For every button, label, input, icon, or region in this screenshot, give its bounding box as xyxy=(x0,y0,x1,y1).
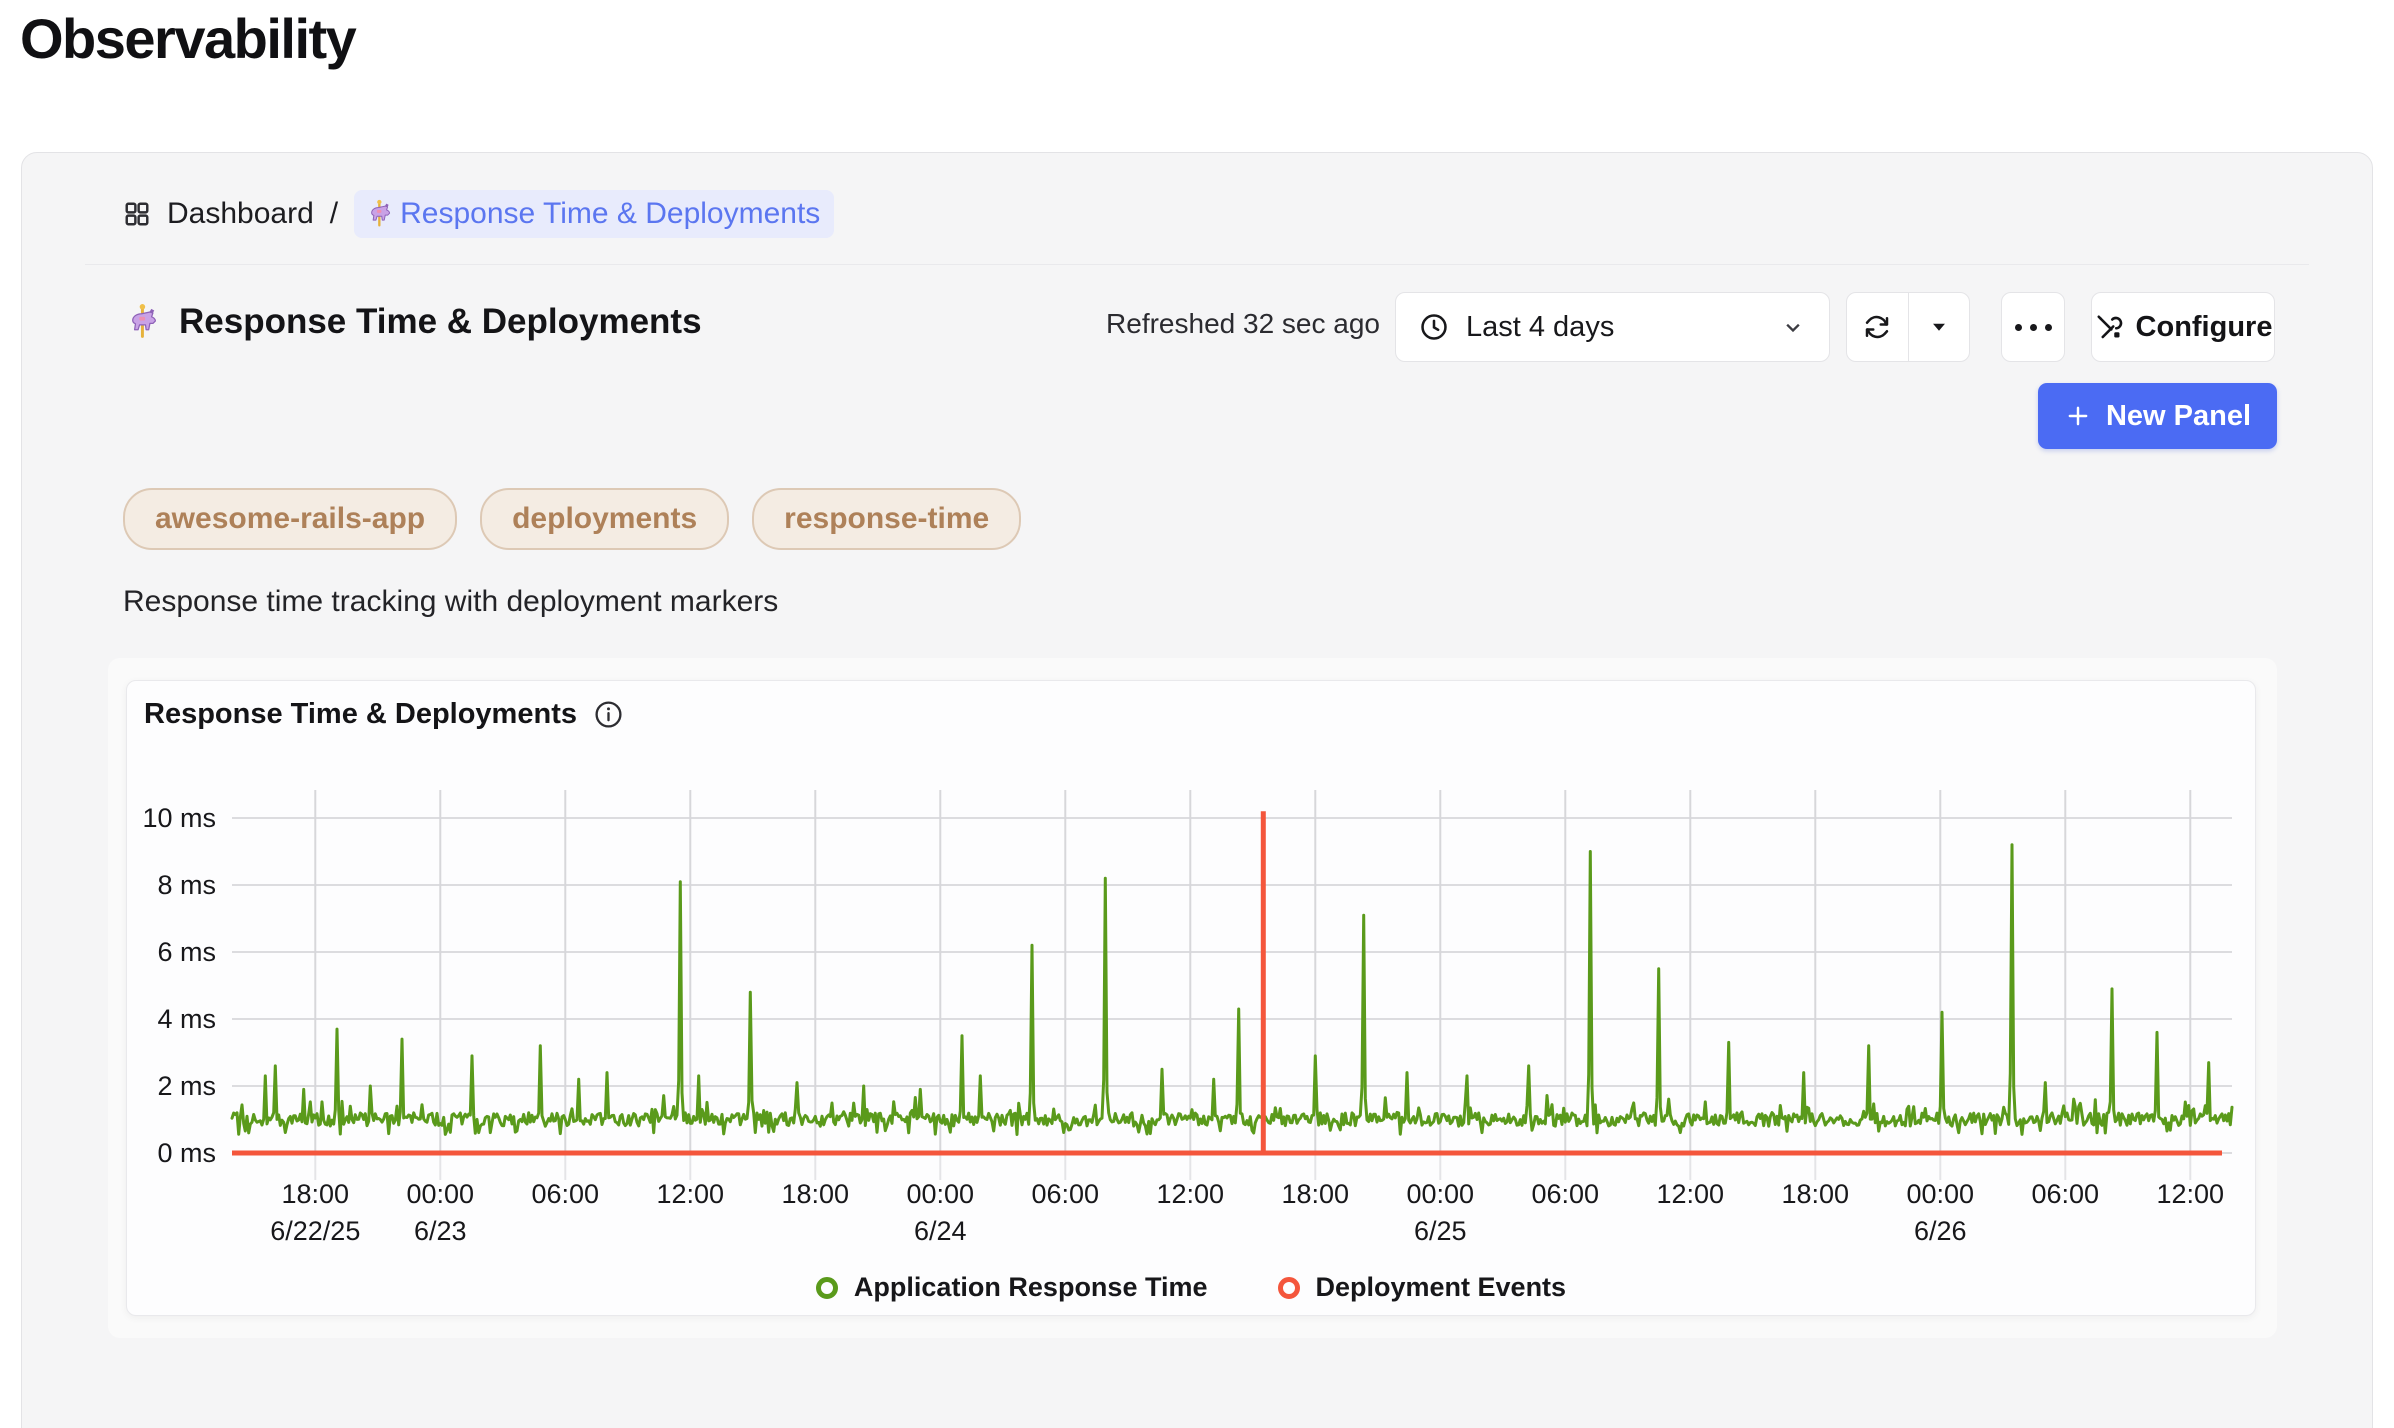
svg-text:0 ms: 0 ms xyxy=(157,1138,216,1168)
chart-heading: Response Time & Deployments xyxy=(144,698,624,731)
clock-icon xyxy=(1418,311,1450,343)
svg-text:6/22/25: 6/22/25 xyxy=(270,1216,360,1246)
svg-text:6/26: 6/26 xyxy=(1914,1216,1967,1246)
breadcrumb-dashboard-link[interactable]: Dashboard xyxy=(167,197,314,231)
dashboard-grid-icon xyxy=(123,200,151,228)
svg-text:12:00: 12:00 xyxy=(2157,1179,2225,1209)
more-actions-button[interactable] xyxy=(2001,292,2065,362)
configure-button[interactable]: Configure xyxy=(2091,292,2275,362)
legend-label: Deployment Events xyxy=(1316,1272,1567,1303)
tag-awesome-rails-app[interactable]: awesome-rails-app xyxy=(123,488,457,550)
chart-legend: Application Response Time Deployment Even… xyxy=(126,1272,2256,1303)
legend-label: Application Response Time xyxy=(854,1272,1208,1303)
legend-item[interactable]: Application Response Time xyxy=(816,1272,1208,1303)
new-panel-label: New Panel xyxy=(2106,400,2251,433)
panel-description: Response time tracking with deployment m… xyxy=(123,585,778,619)
svg-text:10 ms: 10 ms xyxy=(142,803,216,833)
svg-text:06:00: 06:00 xyxy=(1032,1179,1100,1209)
carousel-horse-icon xyxy=(364,199,394,229)
refresh-options-button[interactable] xyxy=(1908,293,1970,361)
chevron-down-icon xyxy=(1779,313,1807,341)
legend-item[interactable]: Deployment Events xyxy=(1278,1272,1567,1303)
time-range-value: Last 4 days xyxy=(1466,311,1763,344)
svg-text:18:00: 18:00 xyxy=(1782,1179,1850,1209)
breadcrumb-separator: / xyxy=(330,197,338,231)
observability-page: Observability Dashboard / Response Time … xyxy=(0,0,2394,1428)
info-icon[interactable] xyxy=(593,699,624,730)
svg-text:8 ms: 8 ms xyxy=(157,870,216,900)
refresh-button-group xyxy=(1846,292,1970,362)
svg-text:18:00: 18:00 xyxy=(1282,1179,1350,1209)
tag-deployments[interactable]: deployments xyxy=(480,488,729,550)
svg-text:6/24: 6/24 xyxy=(914,1216,967,1246)
svg-text:00:00: 00:00 xyxy=(907,1179,975,1209)
svg-text:4 ms: 4 ms xyxy=(157,1004,216,1034)
tag-response-time[interactable]: response-time xyxy=(752,488,1021,550)
panel-heading: Response Time & Deployments xyxy=(123,294,702,350)
wrench-screwdriver-icon xyxy=(2094,312,2124,342)
svg-text:6/25: 6/25 xyxy=(1414,1216,1467,1246)
svg-text:00:00: 00:00 xyxy=(1407,1179,1475,1209)
svg-text:12:00: 12:00 xyxy=(657,1179,725,1209)
svg-text:18:00: 18:00 xyxy=(782,1179,850,1209)
ellipsis-icon xyxy=(2015,324,2052,331)
svg-text:06:00: 06:00 xyxy=(1532,1179,1600,1209)
refresh-button[interactable] xyxy=(1847,293,1908,361)
response-time-chart[interactable]: 0 ms 2 ms 4 ms 6 ms 8 ms 10 ms 18:00 6/22/25 00:… xyxy=(126,680,2256,1316)
svg-text:12:00: 12:00 xyxy=(1157,1179,1225,1209)
breadcrumb-current-label: Response Time & Deployments xyxy=(400,197,820,231)
svg-text:6/23: 6/23 xyxy=(414,1216,467,1246)
svg-text:6 ms: 6 ms xyxy=(157,937,216,967)
refresh-icon xyxy=(1862,312,1892,342)
svg-text:2 ms: 2 ms xyxy=(157,1071,216,1101)
carousel-horse-icon xyxy=(123,303,161,341)
svg-text:12:00: 12:00 xyxy=(1657,1179,1725,1209)
svg-text:00:00: 00:00 xyxy=(1907,1179,1975,1209)
caret-down-icon xyxy=(1926,314,1952,340)
page-title: Observability xyxy=(20,6,355,71)
breadcrumb: Dashboard / Response Time & Deployments xyxy=(123,184,834,244)
svg-text:18:00: 18:00 xyxy=(282,1179,350,1209)
chart-title: Response Time & Deployments xyxy=(144,698,577,731)
configure-label: Configure xyxy=(2136,311,2273,344)
legend-marker-icon xyxy=(1278,1277,1300,1299)
new-panel-button[interactable]: New Panel xyxy=(2038,383,2277,449)
svg-text:00:00: 00:00 xyxy=(407,1179,475,1209)
breadcrumb-current-link[interactable]: Response Time & Deployments xyxy=(354,190,834,238)
legend-marker-icon xyxy=(816,1277,838,1299)
panel-title: Response Time & Deployments xyxy=(179,302,702,342)
svg-text:06:00: 06:00 xyxy=(2032,1179,2100,1209)
time-range-select[interactable]: Last 4 days xyxy=(1395,292,1830,362)
tag-list: awesome-rails-app deployments response-t… xyxy=(123,488,1021,550)
refreshed-status: Refreshed 32 sec ago xyxy=(1040,308,1380,340)
header-divider xyxy=(85,264,2309,265)
svg-text:06:00: 06:00 xyxy=(532,1179,600,1209)
plus-icon xyxy=(2064,402,2092,430)
